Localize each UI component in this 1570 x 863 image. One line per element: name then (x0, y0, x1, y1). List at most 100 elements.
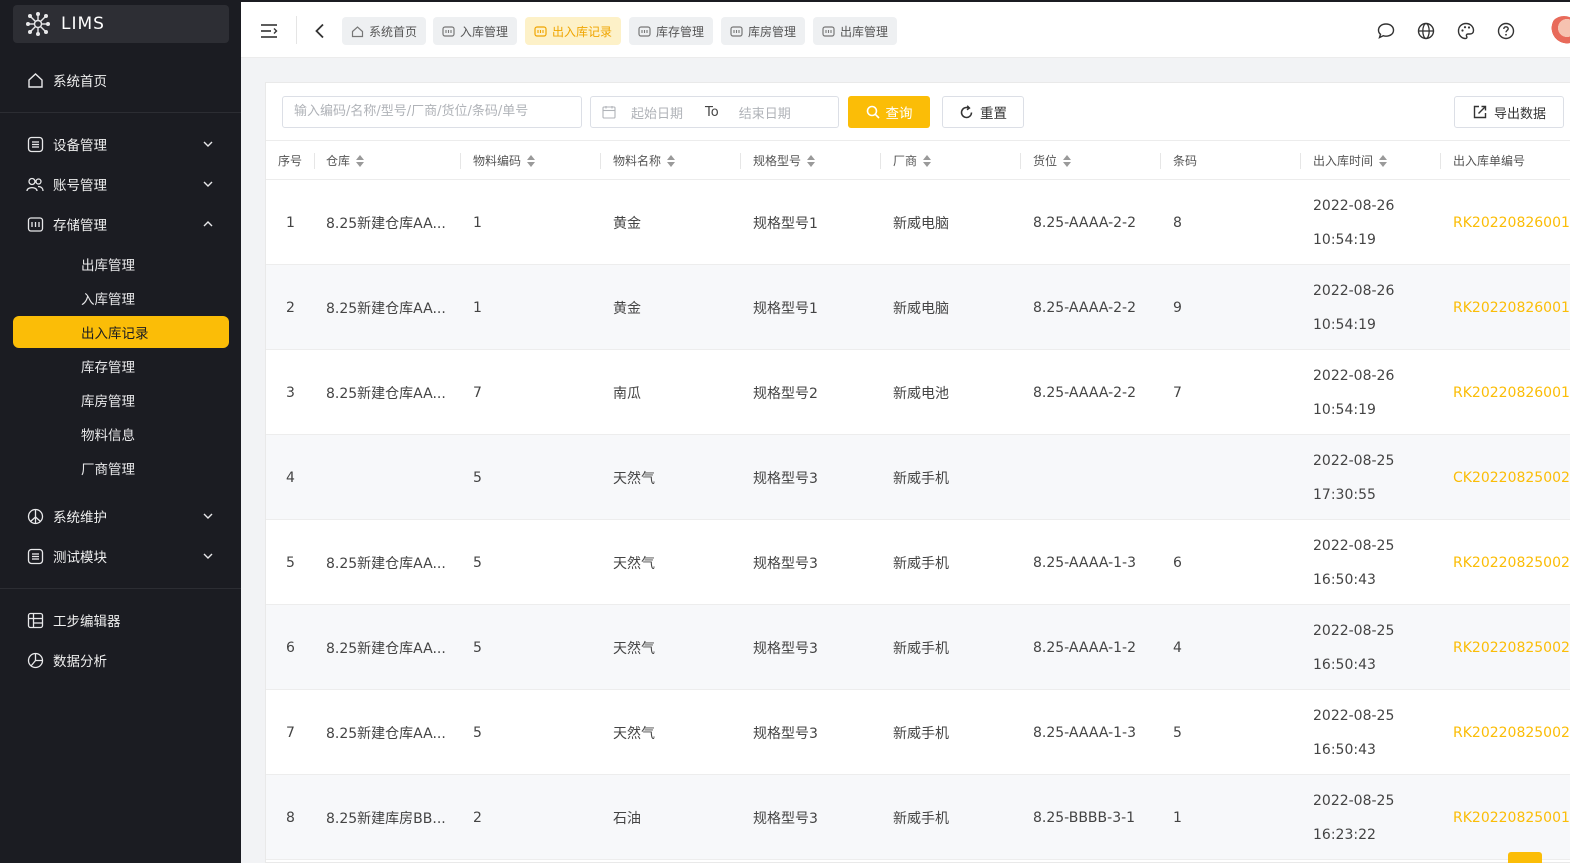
sidebar-item-label: 数据分析 (53, 654, 107, 670)
cell-barcode: 9 (1173, 299, 1182, 316)
pagination-button[interactable] (1508, 852, 1542, 863)
cell-material-name: 天然气 (613, 725, 655, 742)
sidebar-item-warehouse[interactable]: 库房管理 (13, 384, 229, 416)
column-header-sortable[interactable]: 物料名称 (613, 141, 676, 180)
column-header-sortable[interactable]: 物料编码 (473, 141, 536, 180)
cell-order-no[interactable]: RK20220825001 (1453, 775, 1570, 860)
sidebar-item-inventory[interactable]: 库存管理 (13, 350, 229, 382)
cell-order-no[interactable]: RK20220826001 (1453, 350, 1570, 435)
sidebar-item-records[interactable]: 出入库记录 (13, 316, 229, 348)
cell-location: 8.25-AAAA-2-2 (1033, 299, 1137, 316)
cell-vendor: 新威电脑 (893, 215, 949, 232)
tab-inventory[interactable]: 库存管理 (629, 17, 714, 45)
cell-time: 2022-08-25 16:50:43 (1313, 537, 1395, 588)
records-panel: 输入编码/名称/型号/厂商/货位/条码/单号 起始日期 To 结束日期 查询 重… (265, 82, 1570, 863)
cell-vendor: 新威电池 (893, 385, 949, 402)
chat-icon[interactable] (1376, 21, 1396, 41)
column-header-sortable[interactable]: 厂商 (893, 141, 932, 180)
table-row[interactable]: 7 8.25新建仓库AA... 5 天然气 规格型号3 新威手机 8.25-AAAA-1-3… (266, 690, 1570, 775)
sidebar-group-maintenance[interactable]: 系统维护 (13, 500, 229, 532)
divider (1020, 153, 1021, 169)
cell-order-no[interactable]: RK20220825002 (1453, 520, 1570, 605)
cell-order-no[interactable]: RK20220825002 (1453, 690, 1570, 775)
network-logo-icon (26, 12, 50, 36)
table-row[interactable]: 1 8.25新建仓库AA... 1 黄金 规格型号1 新威电脑 8.25-AAAA-2-2 8… (266, 180, 1570, 265)
palette-icon[interactable] (1456, 21, 1476, 41)
chevron-down-icon (203, 141, 213, 147)
table-row[interactable]: 8 8.25新建库房BB... 2 石油 规格型号3 新威手机 8.25-BBBB-3-1 1… (266, 775, 1570, 860)
search-input[interactable]: 输入编码/名称/型号/厂商/货位/条码/单号 (282, 96, 582, 128)
sidebar-item-outbound[interactable]: 出库管理 (13, 248, 229, 280)
divider (600, 153, 601, 169)
sort-icon[interactable] (356, 154, 365, 167)
globe-icon[interactable] (1416, 21, 1436, 41)
divider (880, 153, 881, 169)
sort-icon[interactable] (527, 154, 536, 167)
sidebar-item-step-editor[interactable]: 工步编辑器 (13, 604, 229, 636)
date-range-picker[interactable]: 起始日期 To 结束日期 (590, 96, 839, 128)
cell-spec: 规格型号3 (753, 555, 818, 572)
tab-inbound[interactable]: 入库管理 (433, 17, 518, 45)
table-row[interactable]: 3 8.25新建仓库AA... 7 南瓜 规格型号2 新威电池 8.25-AAAA-2-2 7… (266, 350, 1570, 435)
sort-icon[interactable] (1063, 154, 1072, 167)
help-icon[interactable] (1496, 21, 1516, 41)
cell-order-no[interactable]: RK20220826001 (1453, 265, 1570, 350)
divider (296, 16, 297, 44)
logo[interactable]: LIMS (13, 5, 229, 43)
sort-icon[interactable] (923, 154, 932, 167)
sidebar-item-inbound[interactable]: 入库管理 (13, 282, 229, 314)
sidebar-group-equipment[interactable]: 设备管理 (13, 128, 229, 160)
home-icon (26, 71, 44, 89)
logo-text: LIMS (61, 14, 105, 34)
reset-button[interactable]: 重置 (942, 96, 1024, 128)
sidebar-item-data-analysis[interactable]: 数据分析 (13, 644, 229, 676)
cell-order-no[interactable]: RK20220826001 (1453, 180, 1570, 265)
column-header-sortable[interactable]: 仓库 (326, 141, 365, 180)
table-row[interactable]: 2 8.25新建仓库AA... 1 黄金 规格型号1 新威电脑 8.25-AAAA-2-2 9… (266, 265, 1570, 350)
sort-icon[interactable] (1379, 154, 1388, 167)
sort-icon[interactable] (807, 154, 816, 167)
column-header-sortable[interactable]: 规格型号 (753, 141, 816, 180)
end-date-input[interactable]: 结束日期 (739, 103, 791, 122)
cell-location: 8.25-AAAA-1-3 (1033, 724, 1137, 741)
back-icon[interactable] (309, 20, 331, 42)
table-row[interactable]: 6 8.25新建仓库AA... 5 天然气 规格型号3 新威手机 8.25-AAAA-1-2… (266, 605, 1570, 690)
cell-material-code: 5 (473, 469, 482, 486)
sidebar-group-accounts[interactable]: 账号管理 (13, 168, 229, 200)
divider (460, 153, 461, 169)
export-button[interactable]: 导出数据 (1454, 96, 1564, 128)
column-header: 序号 (278, 154, 303, 168)
module-icon (730, 25, 743, 37)
start-date-input[interactable]: 起始日期 (631, 103, 683, 122)
tab-label: 出库管理 (840, 24, 889, 39)
avatar[interactable] (1549, 16, 1570, 46)
tab-records[interactable]: 出入库记录 (525, 17, 622, 45)
cell-vendor: 新威手机 (893, 640, 949, 657)
menu-collapse-icon[interactable] (258, 20, 280, 42)
sidebar-group-test[interactable]: 测试模块 (13, 540, 229, 572)
tab-label: 库房管理 (748, 24, 797, 39)
sidebar-group-storage[interactable]: 存储管理 (13, 208, 229, 240)
cell-spec: 规格型号3 (753, 470, 818, 487)
sidebar-item-vendors[interactable]: 厂商管理 (13, 452, 229, 484)
sidebar-item-label: 存储管理 (53, 218, 107, 234)
tab-outbound[interactable]: 出库管理 (813, 17, 898, 45)
list-icon (26, 135, 44, 153)
tab-warehouse[interactable]: 库房管理 (721, 17, 806, 45)
table-row[interactable]: 5 8.25新建仓库AA... 5 天然气 规格型号3 新威手机 8.25-AAAA-1-3… (266, 520, 1570, 605)
peace-icon (26, 507, 44, 525)
cell-material-code: 1 (473, 214, 482, 231)
cell-order-no[interactable]: CK20220825002 (1453, 435, 1570, 520)
query-button[interactable]: 查询 (848, 96, 930, 128)
table-row[interactable]: 4 5 天然气 规格型号3 新威手机 2022-08-25 17:30:55 CK20220… (266, 435, 1570, 520)
cell-order-no[interactable]: RK20220825002 (1453, 605, 1570, 690)
sidebar-item-materials[interactable]: 物料信息 (13, 418, 229, 450)
sidebar-item-home[interactable]: 系统首页 (13, 64, 229, 96)
query-label: 查询 (885, 106, 913, 122)
column-header-sortable[interactable]: 出入库时间 (1313, 141, 1388, 180)
column-header-sortable[interactable]: 货位 (1033, 141, 1072, 180)
sort-icon[interactable] (667, 154, 676, 167)
tab-home[interactable]: 系统首页 (342, 17, 427, 45)
home-icon (351, 25, 364, 37)
cell-barcode: 1 (1173, 809, 1182, 826)
